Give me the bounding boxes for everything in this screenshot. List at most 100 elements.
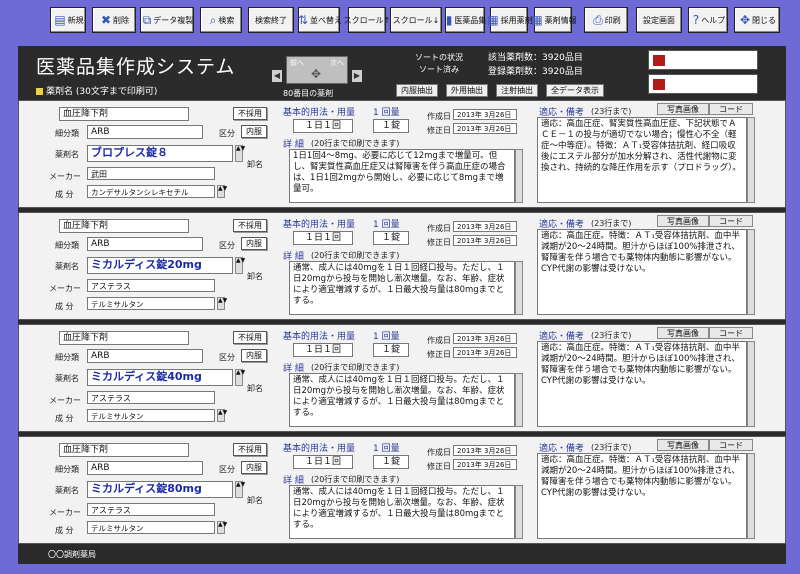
notes-scrollbar[interactable]: [747, 229, 755, 315]
modified-date[interactable]: 2013年 3月26日: [453, 347, 517, 358]
unadopted-button[interactable]: 不採用: [233, 331, 267, 344]
notes-textarea[interactable]: 適応：高血圧症、腎実質性高血圧症、下記状態でＡＣＥ－１の投与が適切でない場合；慢…: [537, 117, 747, 203]
notes-textarea[interactable]: 適応：高血圧症。特徴：ＡＴ₁受容体拮抗剤、血中半減期が20～24時間。胆汁からほ…: [537, 341, 747, 427]
photo-tab[interactable]: 写真画像: [657, 327, 709, 339]
toc-button[interactable]: 目次作成: [648, 50, 758, 70]
photo-tab[interactable]: 写真画像: [657, 103, 709, 115]
toolbar-button-6[interactable]: スクロール↑: [344, 7, 390, 33]
drug-name-field[interactable]: ブロプレス錠８: [87, 145, 233, 162]
code-tab[interactable]: コード: [709, 439, 753, 451]
toolbar-button-9[interactable]: ▦ 採用薬剤: [487, 7, 533, 33]
notes-textarea[interactable]: 適応：高血圧症。特徴：ＡＴ₁受容体拮抗剤、血中半減期が20～24時間。胆汁からほ…: [537, 453, 747, 539]
details-scrollbar[interactable]: [515, 261, 523, 315]
toolbar-button-7[interactable]: スクロール↓: [390, 7, 442, 33]
code-tab[interactable]: コード: [709, 215, 753, 227]
division-field[interactable]: 内服: [241, 125, 267, 138]
toolbar-button-14[interactable]: ✥ 閉じる: [734, 7, 780, 33]
drug-name-spinner[interactable]: ▲▼: [235, 257, 245, 274]
frequency-field[interactable]: １日１回: [293, 455, 353, 469]
toolbar-button-0[interactable]: ▤ 新規: [50, 7, 86, 33]
details-textarea[interactable]: 通常、成人には40mgを１日１回経口投与。ただし、１日20mgから投与を開始し漸…: [289, 373, 515, 427]
ingredient-field[interactable]: テルミサルタン: [87, 409, 215, 422]
modified-date[interactable]: 2013年 3月26日: [453, 459, 517, 470]
photo-tab[interactable]: 写真画像: [657, 439, 709, 451]
frequency-field[interactable]: １日１回: [293, 343, 353, 357]
maker-field[interactable]: アステラス: [87, 503, 215, 516]
toolbar-button-2[interactable]: ⧉ データ複製: [140, 7, 194, 33]
notes-scrollbar[interactable]: [747, 117, 755, 203]
subcategory-field[interactable]: ARB: [87, 237, 203, 251]
notes-scrollbar[interactable]: [747, 453, 755, 539]
category-field[interactable]: 血圧降下剤: [59, 107, 189, 121]
details-textarea[interactable]: 通常、成人には40mgを１日１回経口投与。ただし、１日20mgから投与を開始し漸…: [289, 485, 515, 539]
ingredient-field[interactable]: テルミサルタン: [87, 297, 215, 310]
drug-name-field[interactable]: ミカルディス錠40mg: [87, 369, 233, 386]
created-date[interactable]: 2013年 3月26日: [453, 109, 517, 120]
modified-date[interactable]: 2013年 3月26日: [453, 123, 517, 134]
division-field[interactable]: 内服: [241, 237, 267, 250]
frequency-field[interactable]: １日１回: [293, 119, 353, 133]
toolbar-button-12[interactable]: 設定画面: [636, 7, 682, 33]
details-textarea[interactable]: 通常、成人には40mgを１日１回経口投与。ただし、１日20mgから投与を開始し漸…: [289, 261, 515, 315]
division-field[interactable]: 内服: [241, 461, 267, 474]
dose-field[interactable]: １錠: [373, 343, 409, 357]
ingredient-field[interactable]: テルミサルタン: [87, 521, 215, 534]
toolbar-button-8[interactable]: ▮ 医薬品集: [445, 7, 486, 33]
drug-name-spinner[interactable]: ▲▼: [235, 481, 245, 498]
adopted-list-button[interactable]: 採用医薬品集作成: [648, 74, 758, 94]
drug-name-field[interactable]: ミカルディス錠20mg: [87, 257, 233, 274]
ingredient-spinner[interactable]: ▲▼: [217, 409, 227, 422]
code-tab[interactable]: コード: [709, 327, 753, 339]
photo-tab[interactable]: 写真画像: [657, 215, 709, 227]
ingredient-spinner[interactable]: ▲▼: [217, 185, 227, 198]
drug-name-spinner[interactable]: ▲▼: [235, 369, 245, 386]
ingredient-spinner[interactable]: ▲▼: [217, 297, 227, 310]
record-navigator[interactable]: 前へ 次へ ✥: [286, 56, 348, 84]
created-date[interactable]: 2013年 3月26日: [453, 221, 517, 232]
maker-field[interactable]: アステラス: [87, 279, 215, 292]
toolbar-button-5[interactable]: ⇅ 並べ替え: [298, 7, 342, 33]
created-date[interactable]: 2013年 3月26日: [453, 445, 517, 456]
ingredient-spinner[interactable]: ▲▼: [217, 521, 227, 534]
subcategory-field[interactable]: ARB: [87, 349, 203, 363]
toolbar-button-10[interactable]: ▦ 薬剤情報: [531, 7, 577, 33]
category-field[interactable]: 血圧降下剤: [59, 331, 189, 345]
notes-textarea[interactable]: 適応：高血圧症。特徴：ＡＴ₁受容体拮抗剤、血中半減期が20～24時間。胆汁からほ…: [537, 229, 747, 315]
toolbar-button-13[interactable]: ? ヘルプ: [688, 7, 728, 33]
modified-date[interactable]: 2013年 3月26日: [453, 235, 517, 246]
dose-field[interactable]: １錠: [373, 119, 409, 133]
unadopted-button[interactable]: 不採用: [233, 443, 267, 456]
category-field[interactable]: 血圧降下剤: [59, 219, 189, 233]
nav-next-button[interactable]: ▶: [352, 70, 362, 82]
subcategory-field[interactable]: ARB: [87, 461, 203, 475]
frequency-field[interactable]: １日１回: [293, 231, 353, 245]
injection-filter-button[interactable]: 注射抽出: [496, 84, 538, 97]
dose-field[interactable]: １錠: [373, 455, 409, 469]
toolbar-button-3[interactable]: ⌕ 検索: [200, 7, 242, 33]
details-scrollbar[interactable]: [515, 485, 523, 539]
details-textarea[interactable]: 1日1回4～8mg、必要に応じて12mgまで増量可。但し、腎実質性高血圧症又は腎…: [289, 149, 515, 203]
details-scrollbar[interactable]: [515, 373, 523, 427]
external-filter-button[interactable]: 外用抽出: [446, 84, 488, 97]
nav-prev-button[interactable]: ◀: [272, 70, 282, 82]
division-field[interactable]: 内服: [241, 349, 267, 362]
drug-name-field[interactable]: ミカルディス錠80mg: [87, 481, 233, 498]
category-field[interactable]: 血圧降下剤: [59, 443, 189, 457]
subcategory-field[interactable]: ARB: [87, 125, 203, 139]
created-date[interactable]: 2013年 3月26日: [453, 333, 517, 344]
maker-field[interactable]: 武田: [87, 167, 215, 180]
toolbar-button-11[interactable]: ⎙ 印刷: [584, 7, 628, 33]
oral-filter-button[interactable]: 内服抽出: [396, 84, 438, 97]
details-scrollbar[interactable]: [515, 149, 523, 203]
unadopted-button[interactable]: 不採用: [233, 107, 267, 120]
toolbar-button-4[interactable]: 検索終了: [248, 7, 294, 33]
show-all-button[interactable]: 全データ表示: [546, 84, 604, 97]
toolbar-button-1[interactable]: ✖ 削除: [92, 7, 136, 33]
dose-field[interactable]: １錠: [373, 231, 409, 245]
drug-name-spinner[interactable]: ▲▼: [235, 145, 245, 162]
code-tab[interactable]: コード: [709, 103, 753, 115]
ingredient-field[interactable]: カンデサルタンシレキセチル: [87, 185, 215, 198]
notes-scrollbar[interactable]: [747, 341, 755, 427]
unadopted-button[interactable]: 不採用: [233, 219, 267, 232]
maker-field[interactable]: アステラス: [87, 391, 215, 404]
